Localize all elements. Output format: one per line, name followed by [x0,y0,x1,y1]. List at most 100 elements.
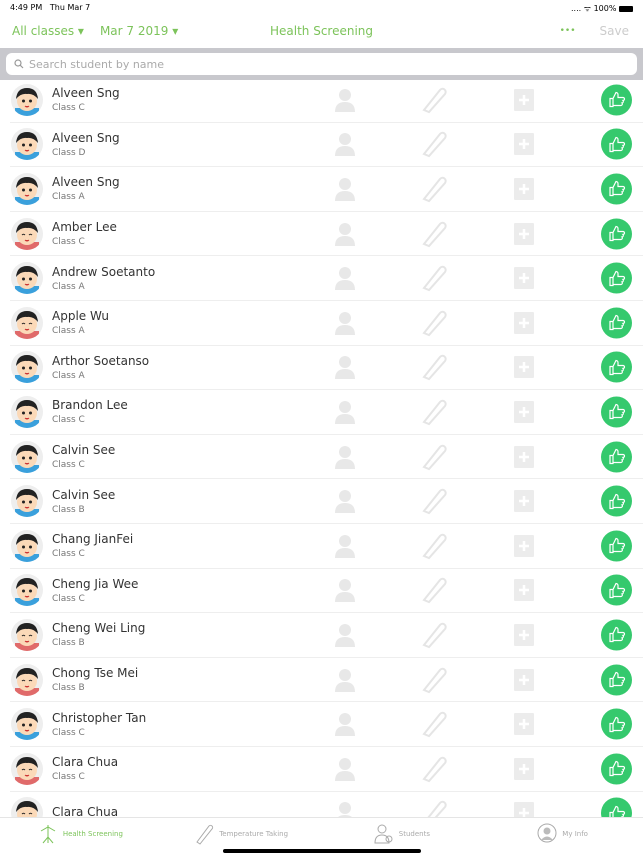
thermometer-icon[interactable] [420,532,448,560]
healthy-thumbs-up-button[interactable] [601,619,632,651]
tab-my-info[interactable]: My Info [482,818,643,850]
medical-record-icon[interactable] [514,802,534,817]
person-icon[interactable] [335,88,355,112]
thermometer-icon[interactable] [420,443,448,471]
student-row[interactable]: Alveen Sng Class D [10,123,643,168]
thermometer-icon[interactable] [420,621,448,649]
person-icon[interactable] [335,801,355,817]
tab-students[interactable]: Students [322,818,483,850]
person-icon[interactable] [335,222,355,246]
date-filter-dropdown[interactable]: Mar 7 2019 ▾ [100,24,178,38]
student-row[interactable]: Chong Tse Mei Class B [10,658,643,703]
healthy-thumbs-up-button[interactable] [601,574,632,606]
avatar [11,172,43,205]
person-icon[interactable] [335,757,355,781]
save-button[interactable]: Save [600,24,629,38]
medical-record-icon[interactable] [514,222,534,245]
thermometer-icon[interactable] [420,799,448,817]
healthy-thumbs-up-button[interactable] [601,664,632,696]
person-icon[interactable] [335,489,355,514]
medical-record-icon[interactable] [514,88,534,111]
person-icon[interactable] [335,534,355,558]
student-row[interactable]: Alveen Sng Class C [10,78,643,123]
student-row[interactable]: Christopher Tan Class C [10,702,643,747]
thermometer-icon[interactable] [420,666,448,694]
tab-health-screening[interactable]: Health Screening [0,818,161,850]
thermometer-icon[interactable] [420,487,448,515]
person-icon[interactable] [335,712,355,737]
healthy-thumbs-up-button[interactable] [601,128,632,160]
person-icon[interactable] [335,400,355,424]
student-row[interactable]: Clara Chua [10,792,643,817]
healthy-thumbs-up-button[interactable] [601,218,632,250]
thermometer-icon[interactable] [420,309,448,337]
thermometer-icon[interactable] [420,220,448,248]
student-row[interactable]: Cheng Jia Wee Class C [10,569,643,614]
healthy-thumbs-up-button[interactable] [601,262,632,294]
medical-record-icon[interactable] [514,267,534,290]
healthy-thumbs-up-button[interactable] [601,797,632,817]
healthy-thumbs-up-button[interactable] [601,753,632,785]
avatar [11,485,43,518]
medical-record-icon[interactable] [514,400,534,423]
student-row[interactable]: Alveen Sng Class A [10,167,643,212]
thermometer-icon[interactable] [420,86,448,114]
medical-record-icon[interactable] [514,757,534,780]
healthy-thumbs-up-button[interactable] [601,351,632,383]
medical-record-icon[interactable] [514,356,534,379]
person-icon[interactable] [335,266,355,291]
medical-record-icon[interactable] [514,713,534,736]
medical-record-icon[interactable] [514,490,534,513]
avatar [11,752,43,785]
person-icon[interactable] [335,132,355,157]
medical-record-icon[interactable] [514,445,534,468]
healthy-thumbs-up-button[interactable] [601,441,632,473]
student-list[interactable]: Alveen Sng Class C Alveen Sng Class D Alve… [0,78,643,817]
student-row[interactable]: Clara Chua Class C [10,747,643,792]
thermometer-icon[interactable] [420,353,448,381]
student-row[interactable]: Cheng Wei Ling Class B [10,613,643,658]
student-row[interactable]: Amber Lee Class C [10,212,643,257]
search-input[interactable]: Search student by name [6,53,637,75]
more-button[interactable]: ••• [560,26,576,36]
person-icon[interactable] [335,623,355,647]
healthy-thumbs-up-button[interactable] [601,708,632,740]
thermometer-icon[interactable] [420,130,448,158]
medical-record-icon[interactable] [514,534,534,557]
student-name: Brandon Lee [52,398,128,413]
medical-record-icon[interactable] [514,177,534,200]
medical-record-icon[interactable] [514,311,534,334]
thermometer-icon[interactable] [420,175,448,203]
medical-record-icon[interactable] [514,623,534,646]
student-row[interactable]: Chang JianFei Class C [10,524,643,569]
healthy-thumbs-up-button[interactable] [601,530,632,562]
healthy-thumbs-up-button[interactable] [601,485,632,517]
thermometer-icon[interactable] [420,398,448,426]
student-row[interactable]: Andrew Soetanto Class A [10,256,643,301]
person-icon[interactable] [335,668,355,692]
medical-record-icon[interactable] [514,579,534,602]
healthy-thumbs-up-button[interactable] [601,307,632,339]
healthy-thumbs-up-button[interactable] [601,396,632,428]
person-icon[interactable] [335,578,355,603]
student-row[interactable]: Brandon Lee Class C [10,390,643,435]
tab-temperature-taking[interactable]: Temperature Taking [161,818,322,850]
medical-record-icon[interactable] [514,668,534,691]
tab-label: My Info [562,830,588,838]
healthy-thumbs-up-button[interactable] [601,173,632,205]
thermometer-icon[interactable] [420,755,448,783]
thermometer-icon[interactable] [420,576,448,604]
healthy-thumbs-up-button[interactable] [601,84,632,116]
student-row[interactable]: Calvin See Class B [10,479,643,524]
person-icon[interactable] [335,355,355,380]
student-row[interactable]: Arthor Soetanso Class A [10,346,643,391]
person-icon[interactable] [335,445,355,469]
class-filter-dropdown[interactable]: All classes ▾ [12,24,84,38]
medical-record-icon[interactable] [514,133,534,156]
thermometer-icon[interactable] [420,264,448,292]
thermometer-icon[interactable] [420,710,448,738]
person-icon[interactable] [335,311,355,335]
person-icon[interactable] [335,177,355,201]
student-row[interactable]: Apple Wu Class A [10,301,643,346]
student-row[interactable]: Calvin See Class C [10,435,643,480]
